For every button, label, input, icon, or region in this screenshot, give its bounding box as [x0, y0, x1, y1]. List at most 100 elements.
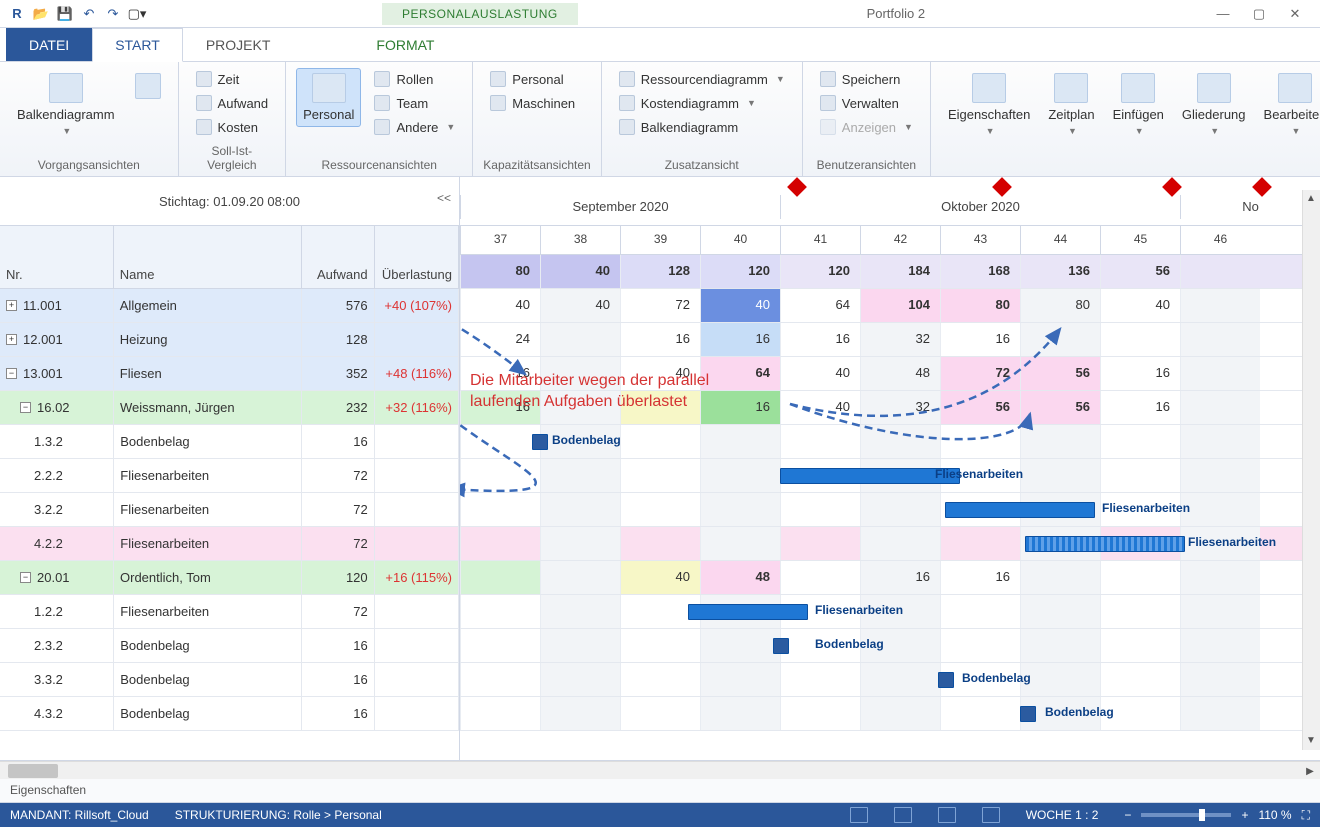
- horizontal-scrollbar[interactable]: ▶: [0, 761, 1320, 779]
- data-cell: [540, 323, 620, 356]
- aufwand-button[interactable]: Aufwand: [189, 92, 276, 114]
- milestone-icon: [1252, 177, 1272, 197]
- status-view4-icon[interactable]: [982, 807, 1000, 823]
- open-icon[interactable]: 📂: [30, 3, 52, 25]
- scrollbar-thumb[interactable]: [8, 764, 58, 778]
- task-bar[interactable]: [780, 468, 960, 484]
- total-cell: 56: [1100, 255, 1180, 288]
- scroll-right-icon[interactable]: ▶: [1302, 764, 1318, 778]
- roles-icon: [374, 71, 390, 87]
- tree-toggle[interactable]: −: [20, 402, 31, 413]
- verwalten-button[interactable]: Verwalten: [813, 92, 920, 114]
- zoom-control[interactable]: − + 110 % ⛶: [1124, 808, 1310, 823]
- task-bar[interactable]: [532, 434, 548, 450]
- einfuegen-button[interactable]: Einfügen▼: [1106, 68, 1171, 141]
- scroll-up-icon[interactable]: ▲: [1303, 190, 1319, 206]
- timeline-row: Bodenbelag: [460, 629, 1320, 663]
- rollen-button[interactable]: Rollen: [367, 68, 462, 90]
- balkendiagramm2-button[interactable]: Balkendiagramm: [612, 116, 792, 138]
- table-row[interactable]: −13.001Fliesen352+48 (116%): [0, 357, 459, 391]
- kostendiagramm-button[interactable]: Kostendiagramm▼: [612, 92, 792, 114]
- window-title: Portfolio 2: [582, 6, 1210, 21]
- kap-personal-button[interactable]: Personal: [483, 68, 582, 90]
- table-row[interactable]: 4.3.2Bodenbelag16: [0, 697, 459, 731]
- zoom-expand-icon[interactable]: ⛶: [1302, 808, 1310, 823]
- data-cell: 64: [700, 357, 780, 390]
- scroll-down-icon[interactable]: ▼: [1303, 732, 1319, 748]
- task-bar[interactable]: [938, 672, 954, 688]
- other-icon: [374, 119, 390, 135]
- balkendiagramm-alt-button[interactable]: [128, 68, 168, 104]
- zoom-out-icon[interactable]: −: [1124, 808, 1131, 822]
- col-name[interactable]: Name: [114, 226, 302, 288]
- col-nr[interactable]: Nr.: [0, 226, 114, 288]
- kosten-button[interactable]: Kosten: [189, 116, 276, 138]
- team-button[interactable]: Team: [367, 92, 462, 114]
- data-cell: 64: [780, 289, 860, 322]
- table-row[interactable]: 1.3.2Bodenbelag16: [0, 425, 459, 459]
- minimize-icon[interactable]: ―: [1214, 5, 1232, 23]
- status-view2-icon[interactable]: [894, 807, 912, 823]
- status-view3-icon[interactable]: [938, 807, 956, 823]
- table-row[interactable]: 3.2.2Fliesenarbeiten72: [0, 493, 459, 527]
- speichern-button[interactable]: Speichern: [813, 68, 920, 90]
- data-cell: 48: [700, 561, 780, 594]
- andere-button[interactable]: Andere▼: [367, 116, 462, 138]
- task-bar[interactable]: [1020, 706, 1036, 722]
- task-bar[interactable]: [773, 638, 789, 654]
- tab-projekt[interactable]: PROJEKT: [183, 28, 294, 61]
- zoom-in-icon[interactable]: +: [1241, 808, 1248, 822]
- tab-datei[interactable]: DATEI: [6, 28, 92, 61]
- table-row[interactable]: 2.3.2Bodenbelag16: [0, 629, 459, 663]
- data-cell: 40: [780, 391, 860, 424]
- task-bar[interactable]: [945, 502, 1095, 518]
- gliederung-button[interactable]: Gliederung▼: [1175, 68, 1253, 141]
- vertical-scrollbar[interactable]: ▲ ▼: [1302, 190, 1320, 750]
- data-cell: 56: [1020, 391, 1100, 424]
- balkendiagramm-button[interactable]: Balkendiagramm ▼: [10, 68, 122, 141]
- properties-tab[interactable]: Eigenschaften: [0, 779, 1320, 803]
- maschinen-button[interactable]: Maschinen: [483, 92, 582, 114]
- undo-icon[interactable]: ↶: [78, 3, 100, 25]
- data-cell: 72: [940, 357, 1020, 390]
- ressourcendiagramm-button[interactable]: Ressourcendiagramm▼: [612, 68, 792, 90]
- bearbeiten-button[interactable]: Bearbeiten▼: [1257, 68, 1320, 141]
- table-row[interactable]: +12.001Heizung128: [0, 323, 459, 357]
- table-row[interactable]: −20.01Ordentlich, Tom120+16 (115%): [0, 561, 459, 595]
- personal-button[interactable]: Personal: [296, 68, 361, 127]
- status-view1-icon[interactable]: [850, 807, 868, 823]
- save-icon[interactable]: 💾: [54, 3, 76, 25]
- tree-toggle[interactable]: +: [6, 334, 17, 345]
- zeitplan-button[interactable]: Zeitplan▼: [1041, 68, 1101, 141]
- zeit-button[interactable]: Zeit: [189, 68, 276, 90]
- table-row[interactable]: 1.2.2Fliesenarbeiten72: [0, 595, 459, 629]
- table-row[interactable]: −16.02Weissmann, Jürgen232+32 (116%): [0, 391, 459, 425]
- eigenschaften-button[interactable]: Eigenschaften▼: [941, 68, 1037, 141]
- tab-start[interactable]: START: [92, 28, 183, 62]
- data-cell: [540, 561, 620, 594]
- zoom-slider[interactable]: [1141, 813, 1231, 817]
- maximize-icon[interactable]: ▢: [1250, 5, 1268, 23]
- data-cell: 40: [700, 289, 780, 322]
- tree-toggle[interactable]: −: [20, 572, 31, 583]
- collapse-panel-button[interactable]: <<: [437, 191, 451, 205]
- close-icon[interactable]: ✕: [1286, 5, 1304, 23]
- qat-more-icon[interactable]: ▢▾: [126, 3, 148, 25]
- redo-icon[interactable]: ↷: [102, 3, 124, 25]
- tab-format[interactable]: FORMAT: [353, 28, 457, 61]
- table-row[interactable]: 3.3.2Bodenbelag16: [0, 663, 459, 697]
- task-bar[interactable]: [688, 604, 808, 620]
- col-ueberlastung[interactable]: Überlastung: [375, 226, 459, 288]
- data-cell: 16: [620, 323, 700, 356]
- week-header: 40: [700, 226, 780, 254]
- task-bar[interactable]: [1025, 536, 1185, 552]
- table-row[interactable]: +11.001Allgemein576+40 (107%): [0, 289, 459, 323]
- tree-toggle[interactable]: −: [6, 368, 17, 379]
- table-row[interactable]: 2.2.2Fliesenarbeiten72: [0, 459, 459, 493]
- app-icon[interactable]: R: [6, 3, 28, 25]
- data-cell: 16: [1100, 357, 1180, 390]
- tree-toggle[interactable]: +: [6, 300, 17, 311]
- table-row[interactable]: 4.2.2Fliesenarbeiten72: [0, 527, 459, 561]
- total-cell: 120: [700, 255, 780, 288]
- col-aufwand[interactable]: Aufwand: [302, 226, 375, 288]
